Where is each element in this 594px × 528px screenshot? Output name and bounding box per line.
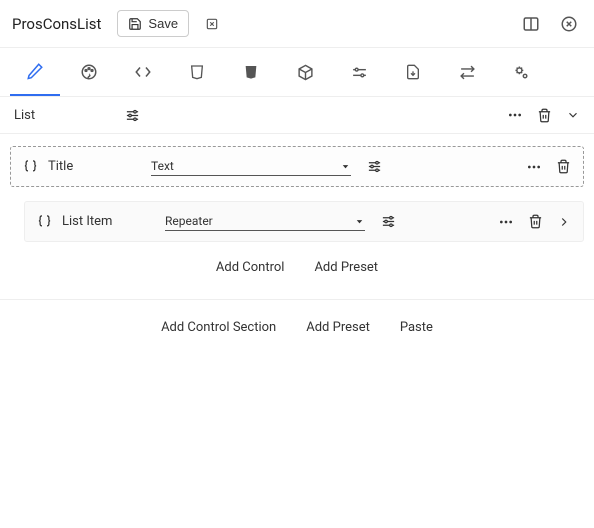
caret-down-icon <box>340 161 351 172</box>
topbar-right <box>518 11 582 37</box>
tune-icon[interactable] <box>125 108 140 123</box>
trash-icon[interactable] <box>556 159 571 174</box>
tab-adjust[interactable] <box>334 48 384 96</box>
tabbar <box>0 48 594 97</box>
row-actions <box>526 159 571 175</box>
add-preset-footer-button[interactable]: Add Preset <box>306 320 370 335</box>
trash-icon[interactable] <box>528 214 543 229</box>
save-button-label: Save <box>148 16 178 31</box>
tab-swap[interactable] <box>442 48 492 96</box>
tab-package[interactable] <box>280 48 330 96</box>
more-icon[interactable] <box>498 214 514 230</box>
page-title: ProsConsList <box>12 15 101 33</box>
control-row-listitem: List Item Repeater <box>24 201 584 242</box>
columns-icon[interactable] <box>518 11 544 37</box>
control-row-title: Title Text <box>10 146 584 187</box>
tab-export[interactable] <box>388 48 438 96</box>
more-icon[interactable] <box>526 159 542 175</box>
section-label: List <box>14 108 35 123</box>
more-icon[interactable] <box>507 107 523 123</box>
paste-button[interactable]: Paste <box>400 320 433 335</box>
tab-settings[interactable] <box>496 48 546 96</box>
type-select[interactable]: Repeater <box>165 212 365 231</box>
chevron-right-icon[interactable] <box>557 215 571 229</box>
controls-area: Title Text List Item Repeater <box>0 134 594 293</box>
inline-actions: Add Control Add Preset <box>10 242 584 293</box>
section-header: List <box>0 97 594 134</box>
control-label: Title <box>48 159 73 174</box>
type-select-value: Text <box>151 159 340 173</box>
close-small-icon[interactable] <box>199 11 225 37</box>
tune-icon[interactable] <box>367 159 382 174</box>
add-control-button[interactable]: Add Control <box>216 260 285 275</box>
save-icon <box>128 17 142 31</box>
type-select[interactable]: Text <box>151 157 351 176</box>
control-label-wrap: List Item <box>37 214 157 229</box>
tab-css[interactable] <box>226 48 276 96</box>
type-select-value: Repeater <box>165 214 354 228</box>
braces-icon <box>37 214 52 229</box>
section-actions <box>507 107 580 123</box>
bottom-actions: Add Control Section Add Preset Paste <box>0 299 594 355</box>
save-button[interactable]: Save <box>117 10 189 37</box>
topbar: ProsConsList Save <box>0 0 594 48</box>
control-label-wrap: Title <box>23 159 143 174</box>
row-actions <box>498 214 571 230</box>
tune-icon[interactable] <box>381 214 396 229</box>
tab-code[interactable] <box>118 48 168 96</box>
tab-content[interactable] <box>10 48 60 96</box>
tab-style[interactable] <box>64 48 114 96</box>
chevron-down-icon[interactable] <box>566 108 580 122</box>
add-preset-button[interactable]: Add Preset <box>314 260 378 275</box>
close-circle-icon[interactable] <box>556 11 582 37</box>
control-label: List Item <box>62 214 112 229</box>
caret-down-icon <box>354 216 365 227</box>
tab-html[interactable] <box>172 48 222 96</box>
braces-icon <box>23 159 38 174</box>
add-control-section-button[interactable]: Add Control Section <box>161 320 276 335</box>
trash-icon[interactable] <box>537 108 552 123</box>
